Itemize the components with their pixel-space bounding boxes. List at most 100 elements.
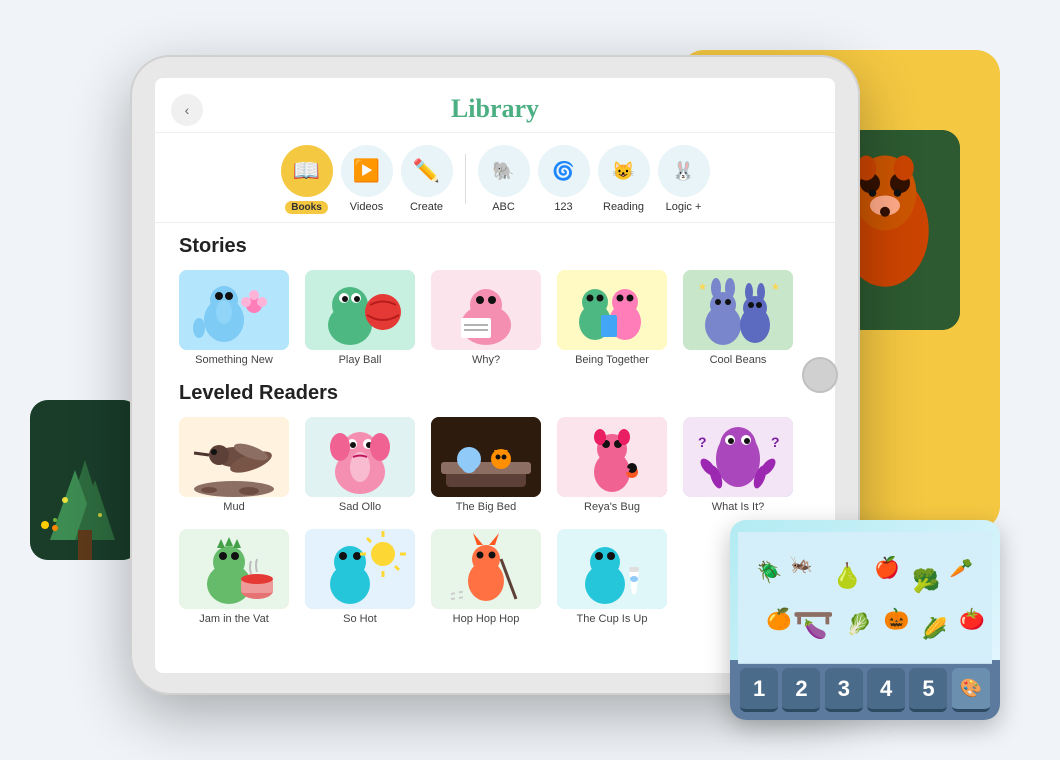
book-play-ball[interactable]: Play Ball	[305, 270, 415, 366]
logic-label: Logic +	[666, 201, 702, 213]
book-title-why: Why?	[472, 354, 500, 366]
svg-text:🍊: 🍊	[766, 607, 793, 631]
book-title-being-together: Being Together	[575, 354, 649, 366]
book-title-hop-hop-hop: Hop Hop Hop	[453, 613, 520, 625]
book-title-play-ball: Play Ball	[339, 354, 382, 366]
book-hop-hop-hop[interactable]: Hop Hop Hop	[431, 529, 541, 625]
game-food-area: 🪲 🦗 🍐 🍎 🥦 🥕 🍊 🍆 🥬 🎃 🌽 🍅	[730, 520, 1000, 660]
svg-text:🍐: 🍐	[832, 561, 862, 590]
videos-icon: ▶️	[341, 145, 393, 197]
library-title: Library	[179, 94, 811, 124]
book-what-is-it[interactable]: ? ? What Is It?	[683, 417, 793, 513]
forest-image	[30, 400, 140, 560]
svg-text:?: ?	[771, 434, 780, 450]
book-so-hot[interactable]: So Hot	[305, 529, 415, 625]
create-icon: ✏️	[401, 145, 453, 197]
book-cover-being-together	[557, 270, 667, 350]
svg-text:🦗: 🦗	[790, 553, 813, 574]
back-button[interactable]: ‹	[171, 94, 203, 126]
book-cover-sad-ollo	[305, 417, 415, 497]
logic-icon: 🐰	[658, 145, 710, 197]
book-why[interactable]: Why?	[431, 270, 541, 366]
reading-label: Reading	[603, 201, 644, 213]
bg-left-card	[30, 400, 140, 560]
number-tile-3[interactable]: 3	[825, 668, 863, 712]
number-tile-4[interactable]: 4	[867, 668, 905, 712]
category-tabs: 📖 Books ▶️ Videos ✏️ Create 🐘 ABC 🌀 123	[155, 133, 835, 223]
svg-text:🍆: 🍆	[804, 618, 827, 641]
book-being-together[interactable]: Being Together	[557, 270, 667, 366]
book-title-cool-beans: Cool Beans	[710, 354, 767, 366]
book-cover-play-ball	[305, 270, 415, 350]
tab-books[interactable]: 📖 Books	[281, 145, 333, 214]
number-tile-2[interactable]: 2	[782, 668, 820, 712]
book-cover-what-is-it: ? ?	[683, 417, 793, 497]
book-title-reyas-bug: Reya's Bug	[584, 501, 640, 513]
svg-text:🪲: 🪲	[757, 560, 783, 585]
videos-label: Videos	[350, 201, 383, 213]
book-reyas-bug[interactable]: Reya's Bug	[557, 417, 667, 513]
book-title-so-hot: So Hot	[343, 613, 377, 625]
library-header: ‹ Library	[155, 78, 835, 133]
book-jam-vat[interactable]: Jam in the Vat	[179, 529, 289, 625]
ipad-home-button[interactable]	[802, 357, 838, 393]
stories-section-title: Stories	[179, 235, 811, 258]
tab-logic[interactable]: 🐰 Logic +	[658, 145, 710, 213]
book-cover-cup-is-up	[557, 529, 667, 609]
book-title-jam-vat: Jam in the Vat	[199, 613, 269, 625]
book-cover-so-hot	[305, 529, 415, 609]
number-tile-extra[interactable]: 🎨	[952, 668, 990, 712]
books-label: Books	[285, 201, 328, 214]
leveled-grid: Mud	[179, 417, 811, 625]
book-sad-ollo[interactable]: Sad Ollo	[305, 417, 415, 513]
abc-icon: 🐘	[478, 145, 530, 197]
book-title-mud: Mud	[223, 501, 244, 513]
svg-text:🥕: 🥕	[950, 557, 973, 578]
123-label: 123	[554, 201, 572, 213]
book-title-big-bed: The Big Bed	[456, 501, 517, 513]
svg-text:★: ★	[698, 282, 707, 293]
number-tile-1[interactable]: 1	[740, 668, 778, 712]
svg-text:🥬: 🥬	[846, 612, 872, 636]
books-icon: 📖	[281, 145, 333, 197]
svg-text:?: ?	[698, 434, 707, 450]
book-title-what-is-it: What Is It?	[712, 501, 765, 513]
number-tile-5[interactable]: 5	[909, 668, 947, 712]
book-big-bed[interactable]: The Big Bed	[431, 417, 541, 513]
svg-text:🥦: 🥦	[912, 567, 940, 595]
123-icon: 🌀	[538, 145, 590, 197]
book-cover-why	[431, 270, 541, 350]
book-title-cup-is-up: The Cup Is Up	[577, 613, 648, 625]
svg-text:🎃: 🎃	[884, 607, 910, 631]
abc-label: ABC	[492, 201, 515, 213]
tab-videos[interactable]: ▶️ Videos	[341, 145, 393, 213]
svg-text:🍅: 🍅	[959, 607, 985, 632]
book-title-sad-ollo: Sad Ollo	[339, 501, 381, 513]
stories-grid: Something New	[179, 270, 811, 366]
tab-123[interactable]: 🌀 123	[538, 145, 590, 213]
leveled-section-title: Leveled Readers	[179, 382, 811, 405]
number-tiles-row: 1 2 3 4 5 🎨	[730, 660, 1000, 720]
book-title-something-new: Something New	[195, 354, 273, 366]
tab-abc[interactable]: 🐘 ABC	[478, 145, 530, 213]
book-cover-cool-beans: ★ ★	[683, 270, 793, 350]
tab-create[interactable]: ✏️ Create	[401, 145, 453, 213]
book-mud[interactable]: Mud	[179, 417, 289, 513]
book-something-new[interactable]: Something New	[179, 270, 289, 366]
svg-text:★: ★	[771, 282, 780, 293]
reading-icon: 😺	[598, 145, 650, 197]
book-cover-hop-hop-hop	[431, 529, 541, 609]
book-cover-mud	[179, 417, 289, 497]
book-cover-reyas-bug	[557, 417, 667, 497]
tab-divider	[465, 154, 466, 204]
book-cup-is-up[interactable]: The Cup Is Up	[557, 529, 667, 625]
tab-reading[interactable]: 😺 Reading	[598, 145, 650, 213]
create-label: Create	[410, 201, 443, 213]
game-overlay: 🪲 🦗 🍐 🍎 🥦 🥕 🍊 🍆 🥬 🎃 🌽 🍅 1 2 3 4 5 🎨	[730, 520, 1000, 720]
book-cover-jam-vat	[179, 529, 289, 609]
svg-text:🌽: 🌽	[921, 616, 947, 641]
svg-text:🍎: 🍎	[874, 554, 900, 579]
book-cool-beans[interactable]: ★ ★ Cool Beans	[683, 270, 793, 366]
book-cover-something-new	[179, 270, 289, 350]
book-cover-big-bed	[431, 417, 541, 497]
